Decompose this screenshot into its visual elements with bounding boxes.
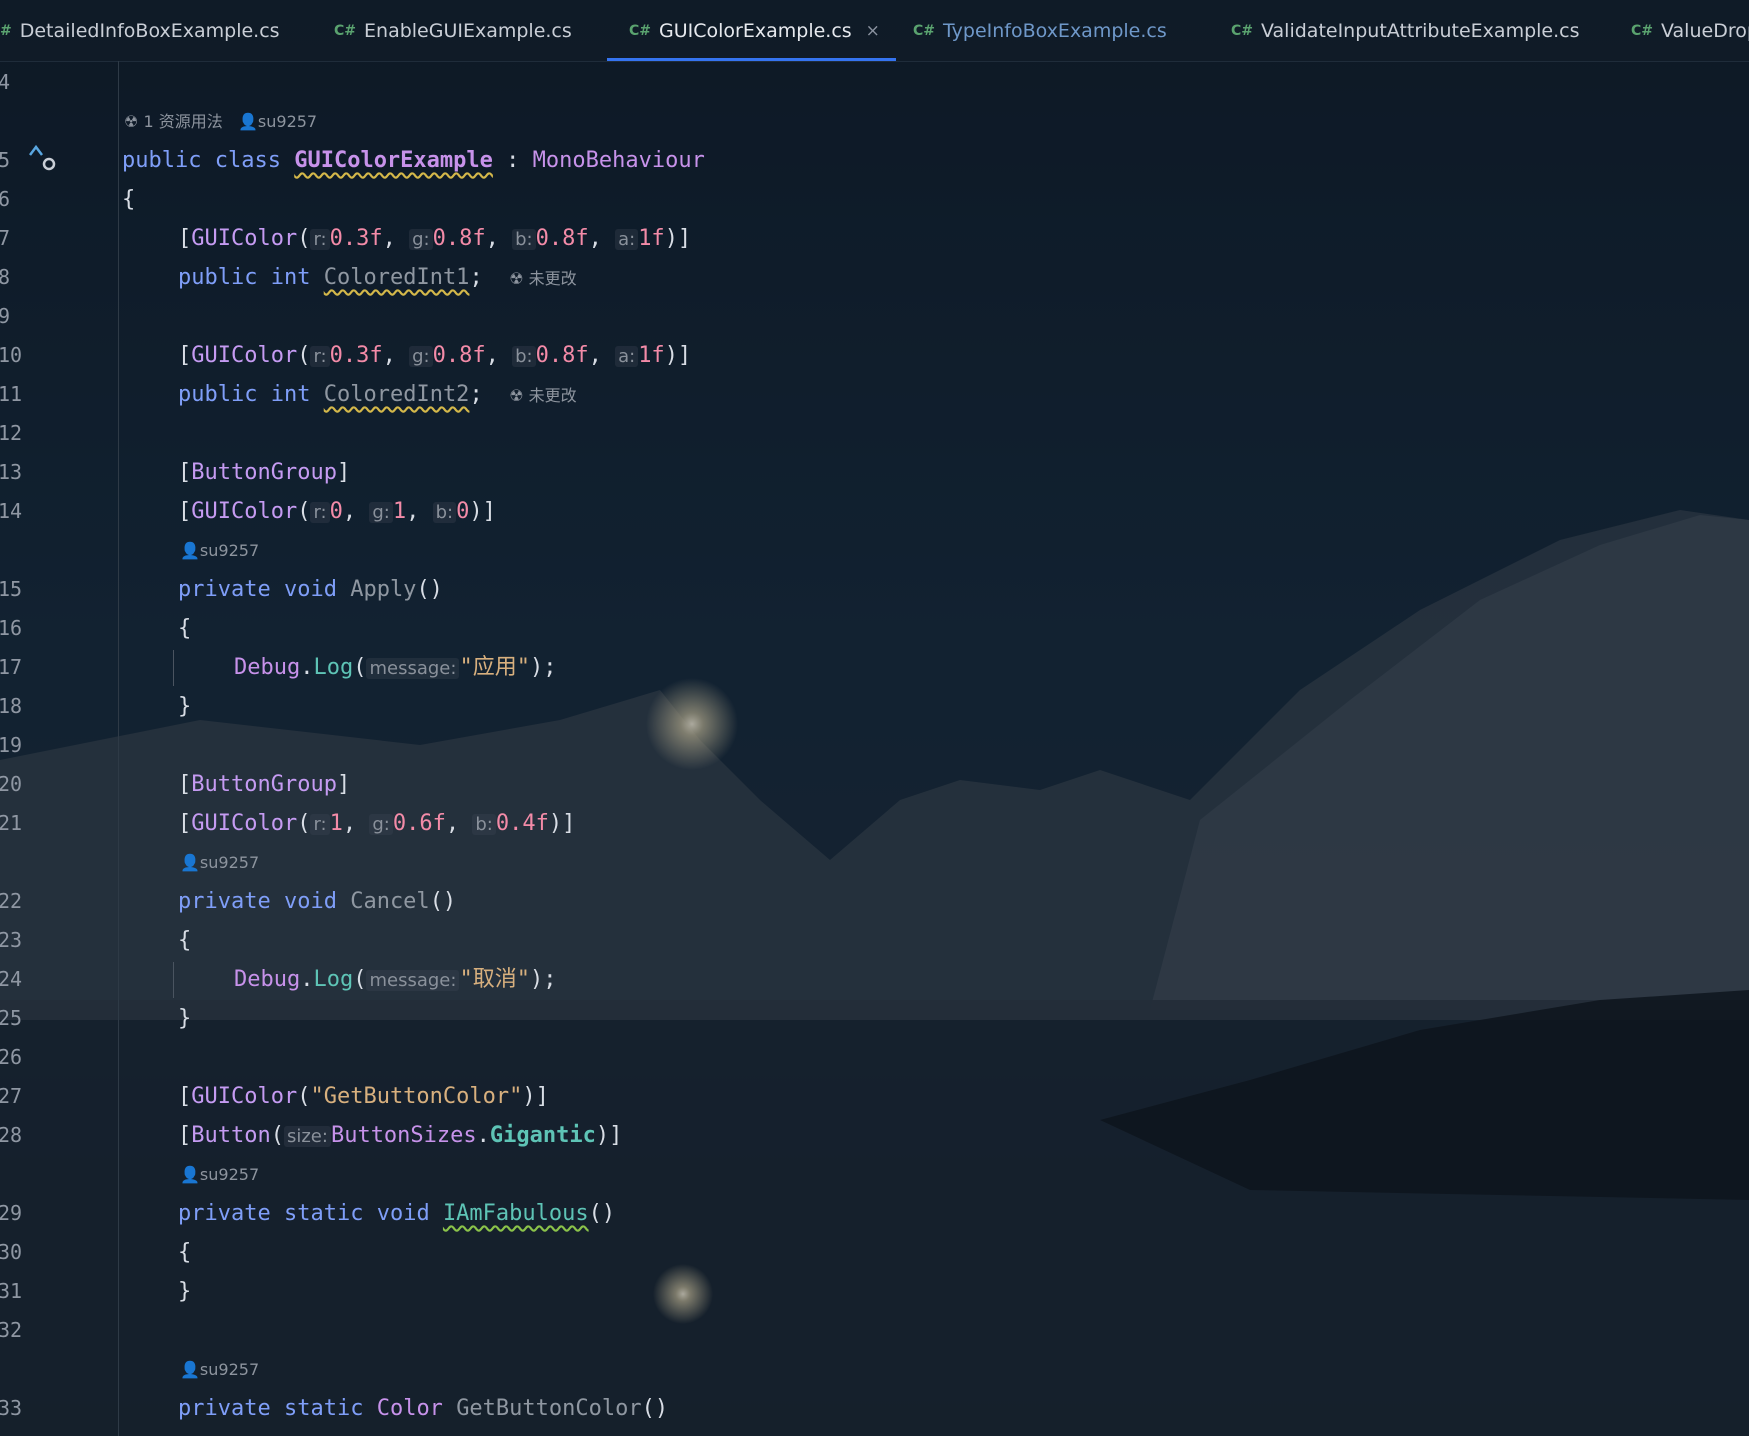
code-line: } <box>178 1279 192 1304</box>
code-line: private static Color GetButtonColor() <box>178 1396 669 1421</box>
code-vision-usages[interactable]: ☢ 1 资源用法 👤su9257 <box>124 111 317 133</box>
csharp-file-icon: # <box>0 22 12 39</box>
implementation-marker-icon[interactable] <box>26 141 60 171</box>
line-number: 24 <box>0 967 23 991</box>
line-number: 32 <box>0 1318 23 1342</box>
tab-detailed-info-box[interactable]: # DetailedInfoBoxExample.cs <box>0 0 280 61</box>
code-line: [GUIColor(r: 0.3f, g: 0.8f, b: 0.8f, a: 1f)] <box>178 343 692 368</box>
tab-label: GUIColorExample.cs <box>659 19 852 42</box>
code-line: { <box>122 187 136 212</box>
code-line: [GUIColor(r: 0.3f, g: 0.8f, b: 0.8f, a: 1f)] <box>178 226 692 251</box>
code-line: private void Cancel() <box>178 889 457 914</box>
tab-validate-input[interactable]: C# ValidateInputAttributeExample.cs <box>1231 0 1580 61</box>
code-line: [ButtonGroup] <box>178 460 351 485</box>
line-number: 18 <box>0 694 23 718</box>
code-line: { <box>178 616 192 641</box>
code-line: public class GUIColorExample : MonoBehav… <box>122 148 705 173</box>
line-number: 29 <box>0 1201 23 1225</box>
csharp-file-icon: C# <box>629 22 652 39</box>
line-number: 27 <box>0 1084 23 1108</box>
code-line: Debug.Log(message: "应用"); <box>234 655 557 680</box>
code-vision-author[interactable]: 👤su9257 <box>180 852 259 874</box>
code-line: Debug.Log(message: "取消"); <box>234 967 557 992</box>
tab-label: TypeInfoBoxExample.cs <box>943 19 1167 42</box>
line-number: 33 <box>0 1396 23 1420</box>
line-number: 31 <box>0 1279 23 1303</box>
line-number: 4 <box>0 70 11 94</box>
line-number: 11 <box>0 382 23 406</box>
close-tab-icon[interactable]: × <box>866 21 880 41</box>
line-number: 19 <box>0 733 23 757</box>
line-number: 12 <box>0 421 23 445</box>
tab-type-info-box[interactable]: C# TypeInfoBoxExample.cs <box>913 0 1167 61</box>
code-line: private static void IAmFabulous() <box>178 1201 616 1226</box>
code-line: public int ColoredInt2; ☢ 未更改 <box>178 382 577 407</box>
line-number: 8 <box>0 265 11 289</box>
code-vision-author[interactable]: 👤su9257 <box>180 540 259 562</box>
gutter-divider <box>118 61 119 1436</box>
code-line: [Button(size: ButtonSizes.Gigantic)] <box>178 1123 623 1148</box>
line-number: 7 <box>0 226 11 250</box>
indent-guide <box>173 962 174 998</box>
code-line: [GUIColor(r: 0, g: 1, b: 0)] <box>178 499 496 524</box>
tab-value-dropdown[interactable]: C# ValueDrop <box>1631 0 1749 61</box>
code-vision-author[interactable]: 👤su9257 <box>180 1164 259 1186</box>
line-number: 17 <box>0 655 23 679</box>
code-line: [GUIColor("GetButtonColor")] <box>178 1084 549 1109</box>
line-number: 6 <box>0 187 11 211</box>
usage-icon: ☢ <box>509 386 529 405</box>
line-number: 16 <box>0 616 23 640</box>
csharp-file-icon: C# <box>913 22 936 39</box>
gutter-markers <box>26 141 60 177</box>
line-number: 30 <box>0 1240 23 1264</box>
author-icon: 👤 <box>180 1360 200 1379</box>
author-icon: 👤 <box>237 112 258 131</box>
line-number: 28 <box>0 1123 23 1147</box>
unchanged-hint: ☢ 未更改 <box>509 386 577 405</box>
code-line: [ButtonGroup] <box>178 772 351 797</box>
usage-icon: ☢ <box>124 112 144 131</box>
line-number: 26 <box>0 1045 23 1069</box>
csharp-file-icon: C# <box>1231 22 1254 39</box>
tab-label: DetailedInfoBoxExample.cs <box>19 19 280 42</box>
line-number: 10 <box>0 343 23 367</box>
tab-enable-gui[interactable]: C# EnableGUIExample.cs <box>334 0 572 61</box>
line-number: 25 <box>0 1006 23 1030</box>
code-line: } <box>178 694 192 719</box>
code-line: { <box>178 928 192 953</box>
tab-label: EnableGUIExample.cs <box>364 19 572 42</box>
tab-label: ValidateInputAttributeExample.cs <box>1261 19 1580 42</box>
line-number: 15 <box>0 577 23 601</box>
code-line: { <box>178 1240 192 1265</box>
code-vision-author[interactable]: 👤su9257 <box>180 1359 259 1381</box>
line-number: 23 <box>0 928 23 952</box>
code-line: } <box>178 1006 192 1031</box>
line-number: 13 <box>0 460 23 484</box>
code-line: [GUIColor(r: 1, g: 0.6f, b: 0.4f)] <box>178 811 576 836</box>
usage-icon: ☢ <box>509 269 529 288</box>
tab-gui-color[interactable]: C# GUIColorExample.cs × <box>607 0 896 61</box>
csharp-file-icon: C# <box>334 22 357 39</box>
author-icon: 👤 <box>180 1165 200 1184</box>
line-number: 9 <box>0 304 11 328</box>
line-number: 22 <box>0 889 23 913</box>
csharp-file-icon: C# <box>1631 22 1654 39</box>
line-number: 21 <box>0 811 23 835</box>
line-number: 20 <box>0 772 23 796</box>
line-number: 14 <box>0 499 23 523</box>
author-icon: 👤 <box>180 853 200 872</box>
code-line: private void Apply() <box>178 577 443 602</box>
tab-label: ValueDrop <box>1661 19 1749 42</box>
author-icon: 👤 <box>180 541 200 560</box>
code-line: public int ColoredInt1; ☢ 未更改 <box>178 265 577 290</box>
unchanged-hint: ☢ 未更改 <box>509 269 577 288</box>
editor-tab-bar: # DetailedInfoBoxExample.cs C# EnableGUI… <box>0 0 1749 62</box>
indent-guide <box>173 650 174 686</box>
